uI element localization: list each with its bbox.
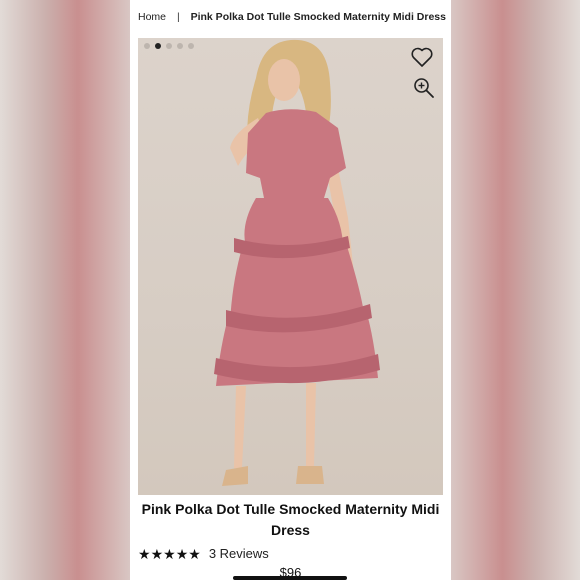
background-right-blur [451, 0, 580, 580]
product-image[interactable] [138, 38, 443, 495]
zoom-in-icon[interactable] [412, 76, 436, 100]
breadcrumb-separator: | [176, 11, 180, 23]
star-icon: ★ [138, 545, 151, 562]
breadcrumb-home-link[interactable]: Home [138, 11, 166, 23]
breadcrumb-current: Pink Polka Dot Tulle Smocked Maternity M… [190, 11, 446, 23]
reviews-link[interactable]: 3 Reviews [209, 546, 269, 561]
breadcrumb: Home | Pink Polka Dot Tulle Smocked Mate… [138, 11, 448, 23]
carousel-dot[interactable] [166, 43, 172, 49]
product-title: Pink Polka Dot Tulle Smocked Maternity M… [141, 501, 440, 538]
star-icon: ★ [188, 545, 201, 562]
carousel-dot[interactable] [188, 43, 194, 49]
carousel-dot-active[interactable] [155, 43, 161, 49]
image-carousel-dots [144, 43, 194, 49]
home-indicator[interactable] [233, 576, 347, 580]
product-page: Home | Pink Polka Dot Tulle Smocked Mate… [130, 0, 451, 580]
heart-icon[interactable] [410, 45, 434, 69]
model-photo [214, 39, 380, 486]
carousel-dot[interactable] [177, 43, 183, 49]
star-icon: ★ [175, 545, 189, 562]
carousel-dot[interactable] [144, 43, 150, 49]
background-left-blur [0, 0, 130, 580]
star-icon: ★ [163, 545, 176, 562]
star-icon: ★ [150, 545, 164, 562]
product-rating[interactable]: ★ ★ ★ ★ ★ 3 Reviews [138, 546, 269, 561]
